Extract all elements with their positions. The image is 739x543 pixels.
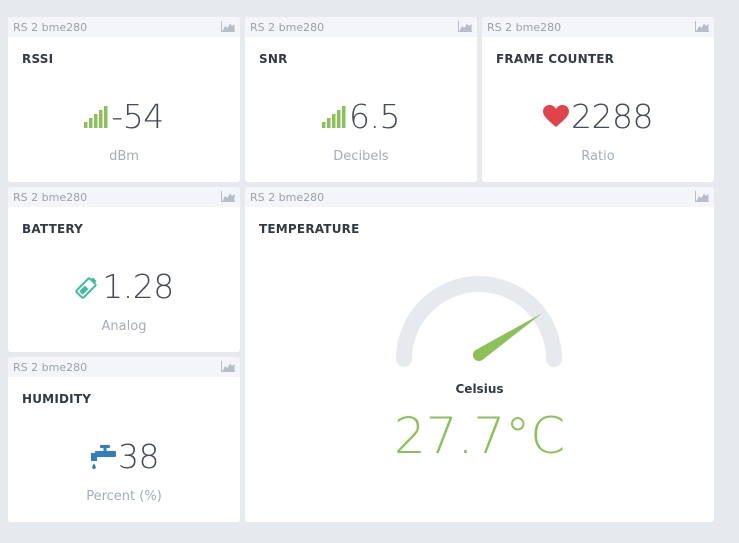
widget-value: 38 [118,437,160,476]
signal-bars-icon [84,105,109,128]
widget-value: 2288 [571,97,653,136]
area-chart-icon[interactable] [695,21,709,32]
heart-icon [543,105,569,128]
widget-source: RS 2 bme280 [250,21,325,34]
gauge-value: 27.7°C [393,407,566,465]
widget-unit: Percent (%) [86,489,162,504]
widget-unit: dBm [109,149,139,164]
widget-header: RS 2 bme280 [8,17,240,37]
widget-unit: Analog [101,319,147,334]
widget-title: BATTERY [22,222,84,236]
area-chart-icon[interactable] [458,21,472,32]
widget-header: RS 2 bme280 [8,357,240,377]
widget-source: RS 2 bme280 [13,191,88,204]
widget-unit: Ratio [581,149,615,164]
widget-source: RS 2 bme280 [13,361,88,374]
area-chart-icon[interactable] [695,191,709,202]
widget-source: RS 2 bme280 [13,21,88,34]
rssi-widget: RS 2 bme280 RSSI -54 dBm [8,17,240,182]
widget-header: RS 2 bme280 [8,187,240,207]
widget-header: RS 2 bme280 [482,17,714,37]
value-row: 1.28 [8,267,240,306]
snr-widget: RS 2 bme280 SNR 6.5 Decibels [245,17,477,182]
area-chart-icon[interactable] [221,361,235,372]
humidity-widget: RS 2 bme280 HUMIDITY 38 Percent (%) [8,357,240,522]
widget-source: RS 2 bme280 [487,21,562,34]
area-chart-icon[interactable] [221,191,235,202]
value-row: 2288 [482,97,714,136]
gauge-label: Celsius [455,382,504,396]
widget-value: 6.5 [349,97,400,136]
value-row: 38 [8,437,240,476]
widget-unit: Decibels [333,149,389,164]
widget-value: 1.28 [102,267,174,306]
signal-bars-icon [322,105,347,128]
widget-title: RSSI [22,52,54,66]
area-chart-icon[interactable] [221,21,235,32]
value-row: 6.5 [245,97,477,136]
widget-title: TEMPERATURE [259,222,360,236]
battery-icon [74,274,100,300]
widget-title: FRAME COUNTER [496,52,615,66]
widget-title: SNR [259,52,288,66]
temperature-widget: RS 2 bme280 TEMPERATURE Celsius 27.7°C [245,187,714,522]
widget-header: RS 2 bme280 [245,17,477,37]
widget-source: RS 2 bme280 [250,191,325,204]
widget-header: RS 2 bme280 [245,187,714,207]
frame-counter-widget: RS 2 bme280 FRAME COUNTER 2288 Ratio [482,17,714,182]
faucet-icon [89,444,116,470]
gauge-needle [472,313,543,362]
widget-title: HUMIDITY [22,392,92,406]
widget-value: -54 [111,97,164,136]
value-row: -54 [8,97,240,136]
battery-widget: RS 2 bme280 BATTERY 1.28 Analog [8,187,240,352]
